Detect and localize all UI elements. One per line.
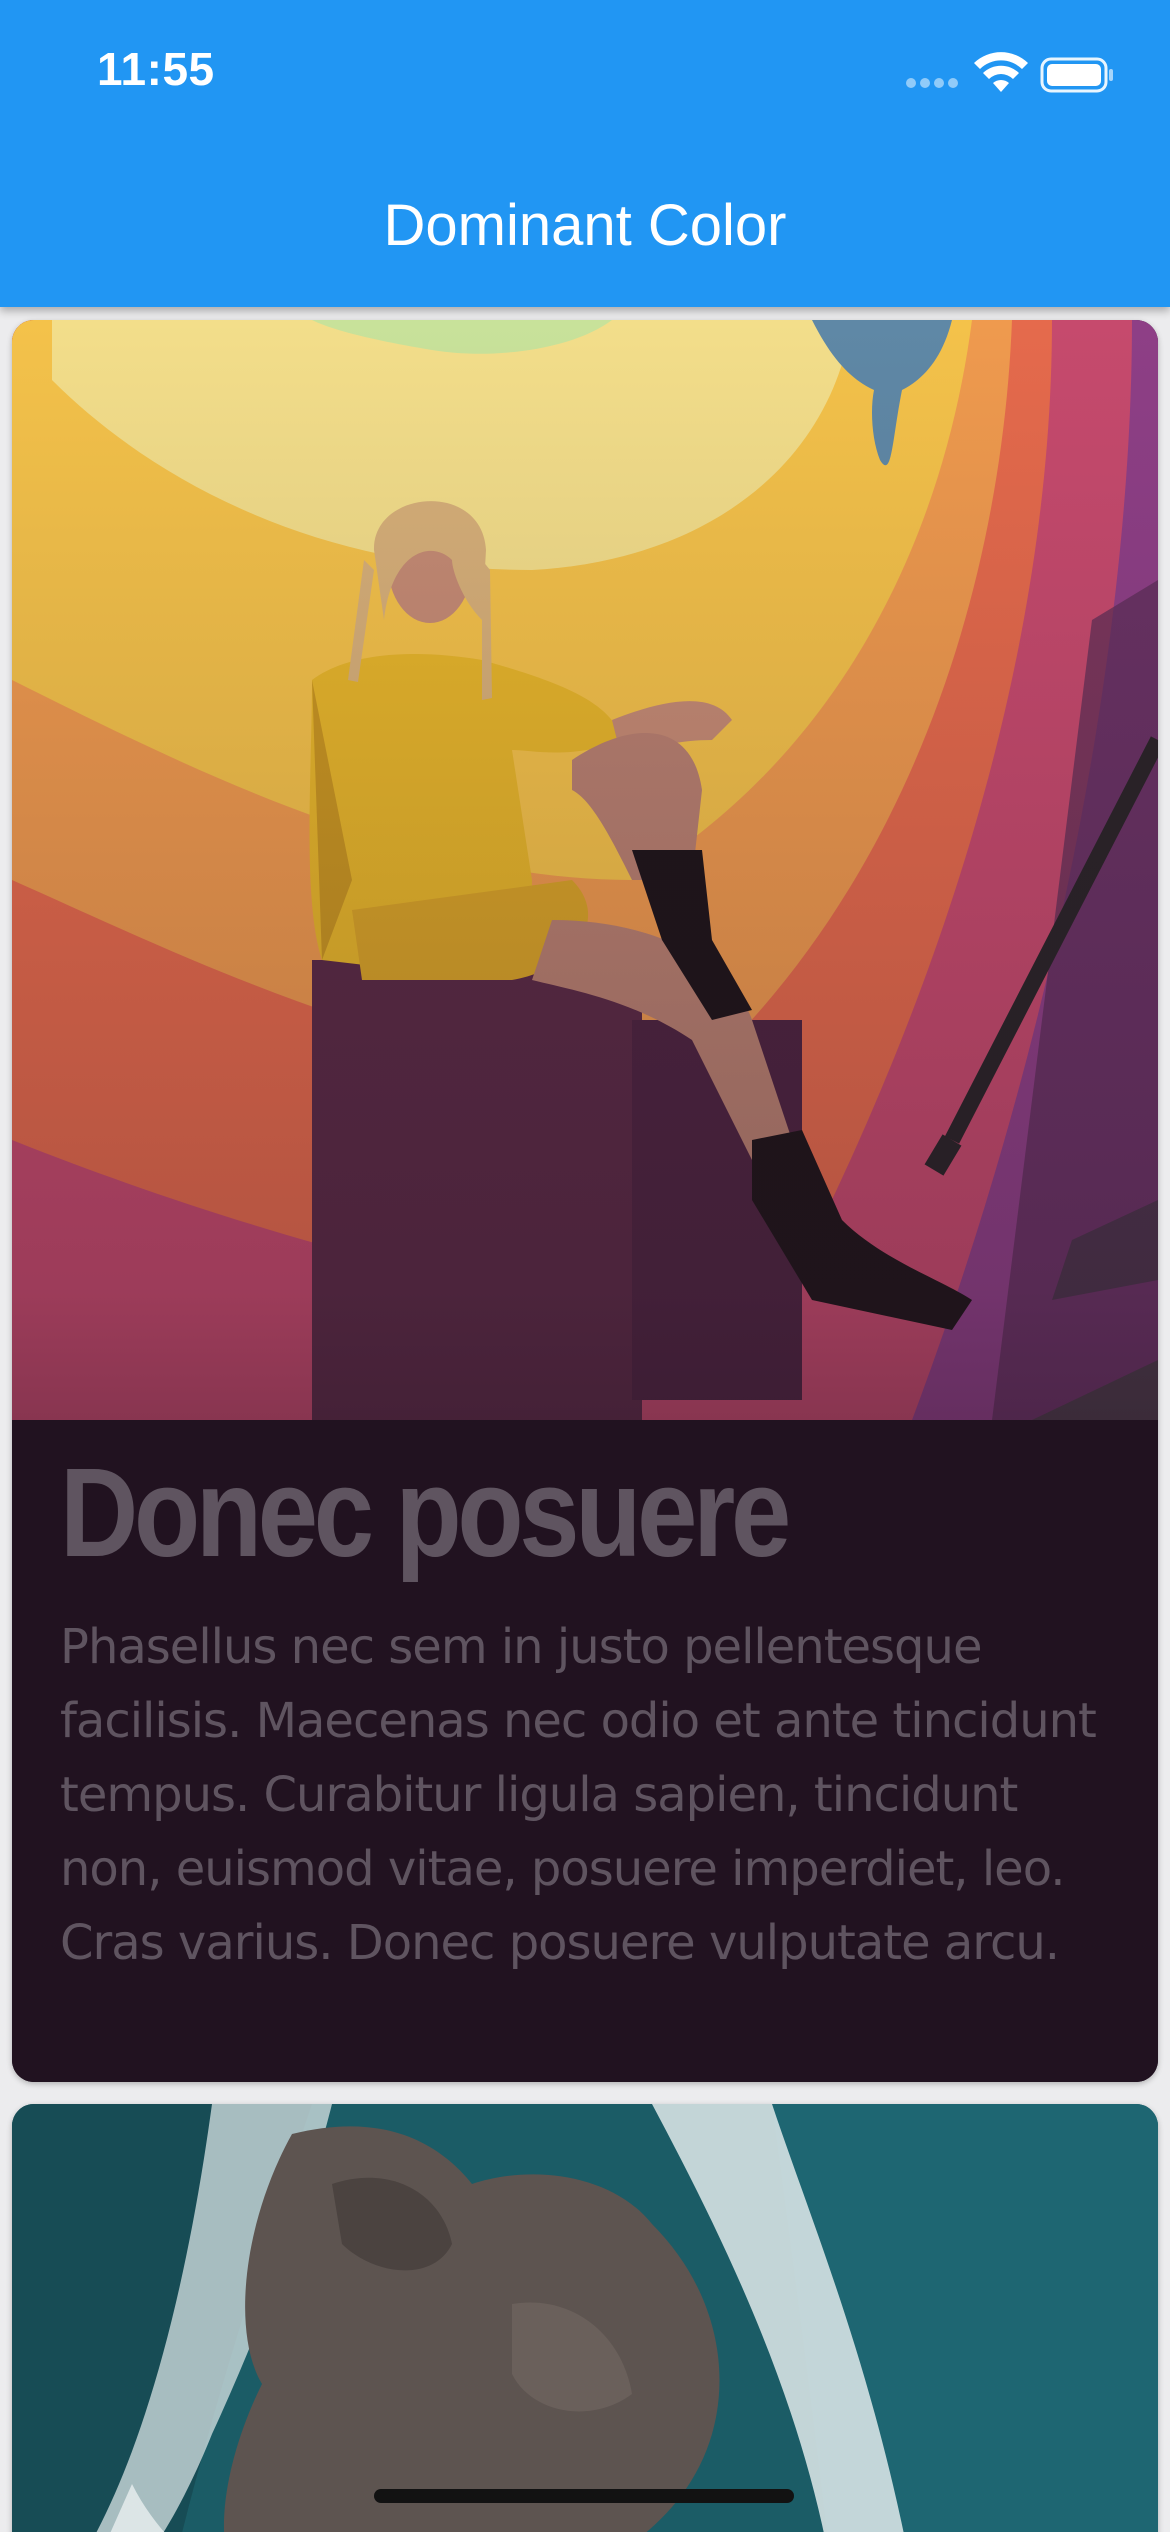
cellular-signal-icon: [906, 78, 960, 90]
color-card[interactable]: Donec posuere Phasellus nec sem in justo…: [12, 320, 1158, 2082]
card-title: Donec posuere: [60, 1442, 791, 1583]
card-body-text: Phasellus nec sem in justo pellentesque …: [60, 1619, 1097, 1971]
status-time: 11:55: [97, 43, 215, 95]
app-bar: 11:55 Dominant Color: [0, 0, 1170, 307]
wifi-icon: [974, 52, 1028, 92]
home-indicator[interactable]: [374, 2489, 794, 2503]
page-title: Dominant Color: [383, 193, 787, 258]
card-image: [12, 2104, 1158, 2532]
color-card[interactable]: [12, 2104, 1158, 2532]
battery-icon: [1040, 57, 1113, 93]
